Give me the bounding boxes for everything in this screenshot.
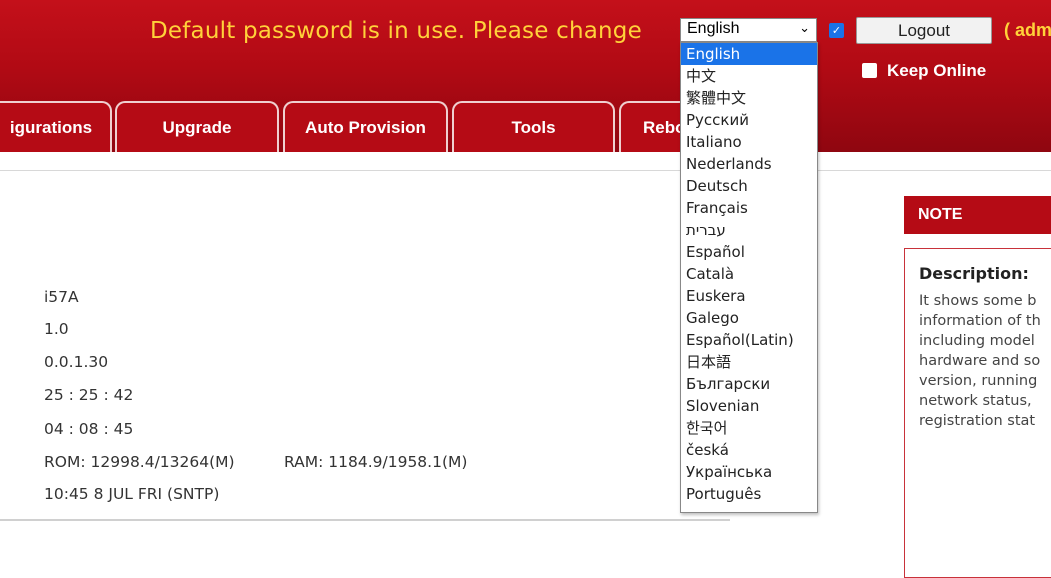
logout-button[interactable]: Logout	[856, 17, 992, 44]
note-line: version, running	[919, 373, 1038, 389]
note-line: including model	[919, 333, 1035, 349]
language-option-portuguese[interactable]: Português	[681, 483, 817, 505]
note-line: It shows some b	[919, 293, 1037, 309]
language-option-russian[interactable]: Русский	[681, 109, 817, 131]
note-line: registration stat	[919, 413, 1036, 429]
ram-value: RAM: 1184.9/1958.1(M)	[284, 453, 468, 471]
header-bar: Default password is in use. Please chang…	[0, 0, 1051, 152]
note-line: information of th	[919, 313, 1041, 329]
language-option-italian[interactable]: Italiano	[681, 131, 817, 153]
language-option-korean[interactable]: 한국어	[681, 417, 817, 439]
chevron-down-icon: ⌄	[799, 20, 810, 35]
language-option-chinese-simplified[interactable]: 中文	[681, 65, 817, 87]
language-select-value: English	[687, 20, 740, 37]
language-option-chinese-traditional[interactable]: 繁體中文	[681, 87, 817, 109]
tab-upgrade[interactable]: Upgrade	[115, 101, 279, 152]
keep-online-label: Keep Online	[887, 61, 987, 80]
language-option-czech[interactable]: česká	[681, 439, 817, 461]
language-option-ukrainian[interactable]: Українська	[681, 461, 817, 483]
system-time-value: 10:45 8 JUL FRI (SNTP)	[44, 485, 220, 503]
language-option-spanish-latin[interactable]: Español(Latin)	[681, 329, 817, 351]
language-option-french[interactable]: Français	[681, 197, 817, 219]
language-option-japanese[interactable]: 日本語	[681, 351, 817, 373]
language-option-english[interactable]: English	[681, 43, 817, 65]
language-option-hebrew[interactable]: עברית	[681, 219, 817, 241]
language-dropdown-list: English 中文 繁體中文 Русский Italiano Nederla…	[680, 42, 818, 513]
content-separator	[0, 170, 1051, 171]
keep-online-checkbox[interactable]	[862, 63, 877, 78]
tab-tools[interactable]: Tools	[452, 101, 615, 152]
note-line: hardware and so	[919, 353, 1041, 369]
language-option-catalan[interactable]: Català	[681, 263, 817, 285]
language-checkbox[interactable]: ✓	[829, 23, 844, 38]
tab-auto-provision[interactable]: Auto Provision	[283, 101, 448, 152]
language-option-spanish[interactable]: Español	[681, 241, 817, 263]
user-label: ( adm	[1004, 20, 1051, 40]
default-password-warning: Default password is in use. Please chang…	[150, 18, 642, 44]
language-option-basque[interactable]: Euskera	[681, 285, 817, 307]
tab-configurations[interactable]: igurations	[0, 101, 112, 152]
uptime-value: 25 : 25 : 42	[44, 386, 134, 404]
last-uptime-value: 04 : 08 : 45	[44, 420, 134, 438]
language-select[interactable]: English ⌄	[680, 18, 817, 42]
language-option-german[interactable]: Deutsch	[681, 175, 817, 197]
model-value: i57A	[44, 288, 79, 306]
note-header: NOTE	[904, 196, 1051, 234]
note-title: Description:	[919, 264, 1029, 283]
software-value: 0.0.1.30	[44, 353, 109, 371]
language-option-galician[interactable]: Galego	[681, 307, 817, 329]
note-line: network status,	[919, 393, 1032, 409]
language-option-dutch[interactable]: Nederlands	[681, 153, 817, 175]
language-option-bulgarian[interactable]: Български	[681, 373, 817, 395]
language-option-slovenian[interactable]: Slovenian	[681, 395, 817, 417]
note-description: It shows some b information of th includ…	[919, 291, 1051, 431]
hardware-value: 1.0	[44, 320, 69, 338]
info-divider	[0, 519, 730, 521]
rom-value: ROM: 12998.4/13264(M)	[44, 453, 235, 471]
